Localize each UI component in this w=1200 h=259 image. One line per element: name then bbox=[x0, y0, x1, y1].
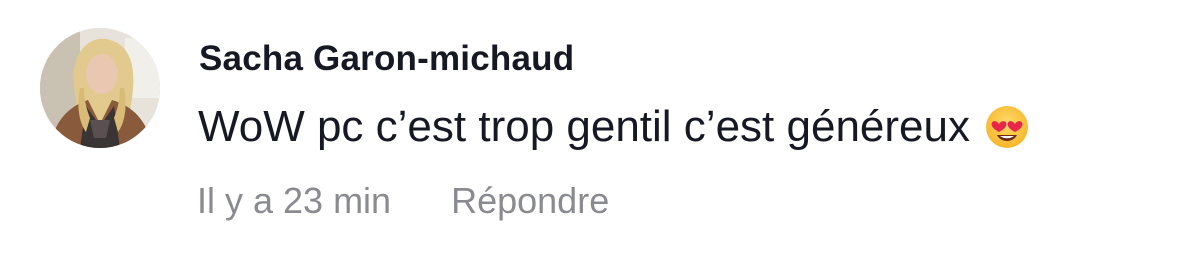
comment-author[interactable]: Sacha Garon-michaud bbox=[199, 37, 574, 81]
comment-meta: Il y a 23 min Répondre bbox=[197, 178, 609, 224]
avatar[interactable] bbox=[40, 28, 160, 148]
comment-item: Sacha Garon-michaud WoW pc c’est trop ge… bbox=[0, 0, 1200, 259]
heart-eyes-emoji-icon bbox=[984, 104, 1030, 150]
comment-timestamp: Il y a 23 min bbox=[197, 180, 392, 221]
comment-body: WoW pc c’est trop gentil c’est généreux bbox=[198, 99, 1030, 155]
avatar-image bbox=[40, 28, 160, 148]
comment-text: WoW pc c’est trop gentil c’est généreux bbox=[198, 102, 970, 151]
reply-button[interactable]: Répondre bbox=[451, 180, 609, 222]
